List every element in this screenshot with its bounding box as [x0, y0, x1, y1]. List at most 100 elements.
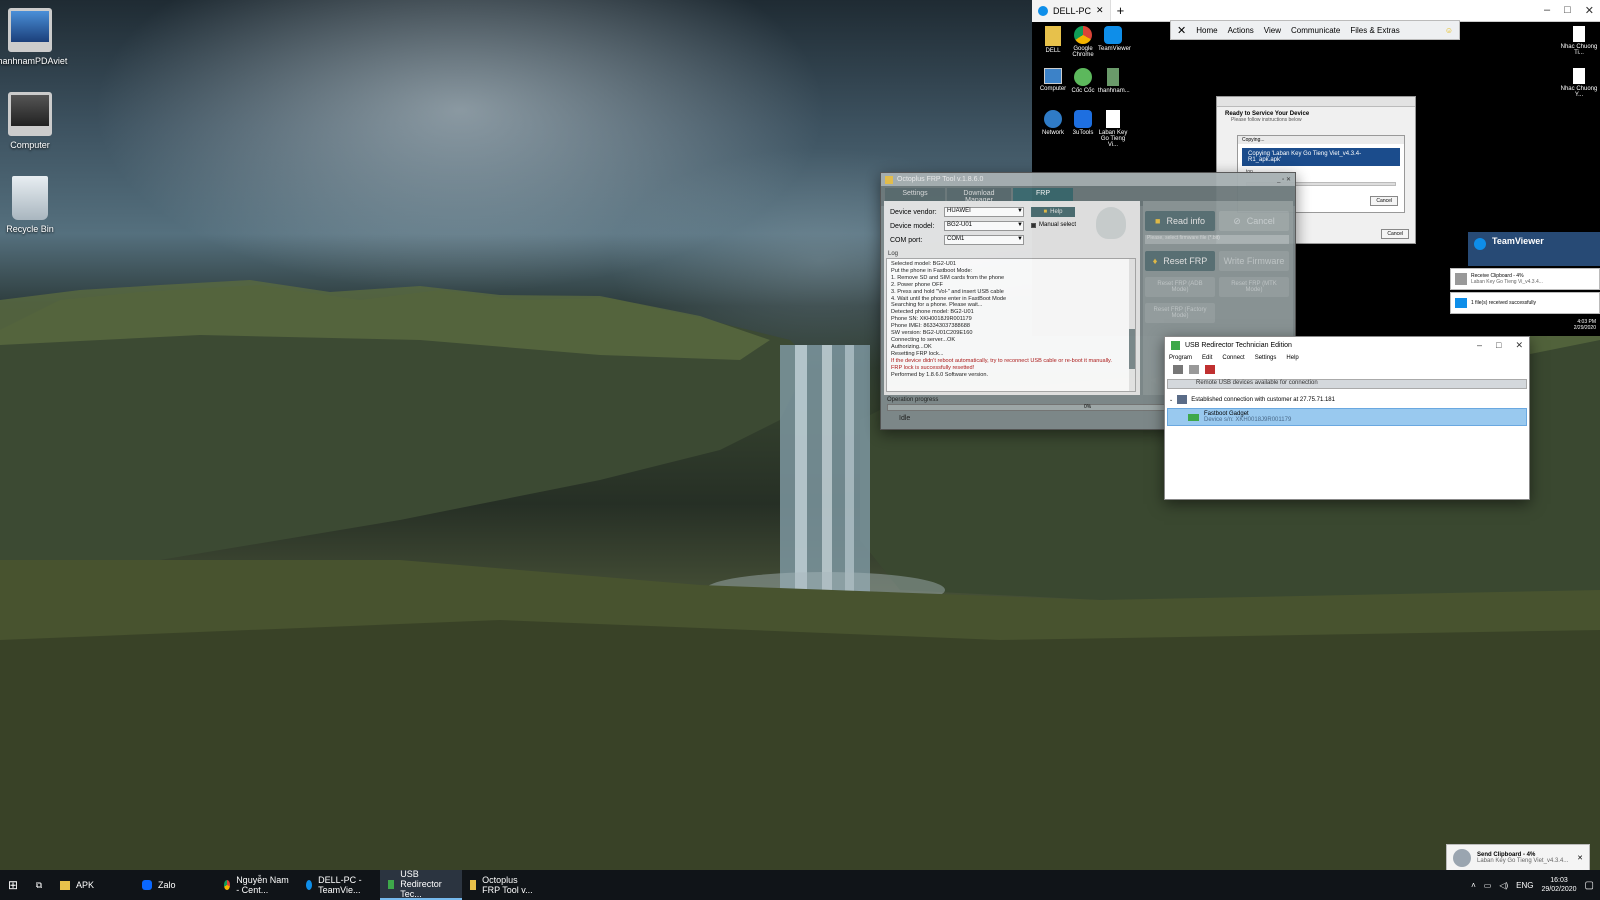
- task-view-button[interactable]: ⧉: [26, 870, 52, 900]
- remote-icon-chrome[interactable]: Google Chrome: [1068, 26, 1098, 58]
- notification-center-icon[interactable]: ▢: [1585, 880, 1594, 891]
- vendor-value: HUAWEI: [947, 208, 971, 214]
- read-info-button[interactable]: ■ Read info: [1145, 211, 1215, 231]
- dialog-cancel-button[interactable]: Cancel: [1381, 229, 1409, 239]
- connection-row[interactable]: ⌄ Established connection with customer a…: [1165, 389, 1529, 406]
- clock[interactable]: 16:03 29/02/2020: [1542, 876, 1577, 894]
- file-icon: [1573, 68, 1585, 84]
- desktop-icon-recycle-bin[interactable]: Recycle Bin: [0, 176, 65, 234]
- desktop-icon-thanhnampdaviet[interactable]: thanhnamPDAviet: [0, 8, 67, 66]
- connect-icon[interactable]: [1189, 365, 1199, 374]
- maximize-button[interactable]: □: [1564, 4, 1571, 17]
- start-button[interactable]: ⊞: [0, 870, 26, 900]
- receive-clipboard-notification[interactable]: Receive Clipboard - 4% Laban Key Go Tien…: [1450, 268, 1600, 290]
- remote-icon-nhac-chuong-1[interactable]: Nhac Chuong Ti...: [1560, 26, 1598, 56]
- toolbar-home[interactable]: Home: [1196, 26, 1217, 35]
- teamviewer-logo-icon: [1474, 238, 1486, 250]
- reset-frp-factory-button[interactable]: Reset FRP (Factory Mode): [1145, 303, 1215, 323]
- copying-cancel-button[interactable]: Cancel: [1370, 196, 1398, 206]
- cancel-button[interactable]: ⊘ Cancel: [1219, 211, 1289, 231]
- taskbar-item-apk[interactable]: APK: [52, 870, 134, 900]
- usb-toolbar: [1165, 363, 1529, 377]
- menu-connect[interactable]: Connect: [1222, 355, 1244, 361]
- usb-redirector-window: USB Redirector Technician Edition – □ ✕ …: [1164, 336, 1530, 500]
- toolbar-communicate[interactable]: Communicate: [1291, 26, 1340, 35]
- maximize-button[interactable]: □: [1496, 340, 1501, 351]
- volume-icon[interactable]: ◁): [1499, 881, 1508, 890]
- close-button[interactable]: ✕: [1515, 340, 1523, 351]
- minimize-button[interactable]: –: [1544, 4, 1550, 17]
- reset-frp-mtk-button[interactable]: Reset FRP (MTK Mode): [1219, 277, 1289, 297]
- remote-icon-labankey[interactable]: Laban Key Go Tieng Vi...: [1098, 110, 1128, 148]
- desktop-icon-label: Computer: [10, 140, 50, 150]
- octoplus-icon: [470, 880, 477, 890]
- vendor-select[interactable]: HUAWEI ▼: [944, 207, 1024, 217]
- minimize-button[interactable]: –: [1477, 340, 1482, 351]
- menu-program[interactable]: Program: [1169, 355, 1192, 361]
- device-row-fastboot-gadget[interactable]: Fastboot Gadget Device s/n: XKH0018J9R00…: [1167, 408, 1527, 426]
- toolbar-files-extras[interactable]: Files & Extras: [1350, 26, 1399, 35]
- log-label: Log: [888, 251, 899, 257]
- menu-settings[interactable]: Settings: [1255, 355, 1277, 361]
- menu-help[interactable]: Help: [1286, 355, 1298, 361]
- send-clipboard-notification[interactable]: Send Clipboard - 4% Laban Key Go Tieng V…: [1446, 844, 1590, 872]
- add-server-icon[interactable]: [1173, 365, 1183, 374]
- toolbar-actions[interactable]: Actions: [1228, 26, 1254, 35]
- remote-icon-teamviewer[interactable]: TeamViewer: [1098, 26, 1131, 52]
- close-icon[interactable]: ✕: [1577, 854, 1583, 862]
- remote-icon-3utools[interactable]: 3uTools: [1068, 110, 1098, 136]
- log-scrollbar[interactable]: [1129, 259, 1135, 391]
- toolbar-view[interactable]: View: [1264, 26, 1281, 35]
- log-scrollbar-thumb[interactable]: [1129, 329, 1135, 369]
- firmware-input[interactable]: Please, select firmware file (*.bit): [1145, 235, 1289, 244]
- vendor-label: Device vendor:: [890, 208, 937, 216]
- remote-icon-label: 3uTools: [1072, 130, 1094, 136]
- taskbar-item-teamviewer[interactable]: DELL-PC - TeamVie...: [298, 870, 380, 900]
- status-text: Idle: [899, 415, 911, 422]
- copying-text: Copying 'Laban Key Go Tieng Viet_v4.3.4-…: [1242, 148, 1400, 166]
- remote-icon-network[interactable]: Network: [1038, 110, 1068, 136]
- model-select[interactable]: BG2-U01 ▼: [944, 221, 1024, 231]
- com-select[interactable]: COM1 ▼: [944, 235, 1024, 245]
- remote-icon-thanhnam[interactable]: thanhnam...: [1098, 68, 1130, 94]
- language-indicator[interactable]: ENG: [1516, 881, 1533, 890]
- remote-devices-tab[interactable]: Remote USB devices available for connect…: [1167, 379, 1527, 389]
- close-button[interactable]: ✕: [1585, 4, 1594, 17]
- window-title: Octoplus FRP Tool v.1.8.6.0: [897, 176, 984, 183]
- taskbar-item-label: DELL-PC - TeamVie...: [318, 875, 362, 895]
- close-icon[interactable]: ✕: [1096, 5, 1104, 16]
- help-button[interactable]: ■ Help: [1031, 207, 1075, 217]
- cancel-label: Cancel: [1246, 216, 1275, 226]
- manual-select-label: Manual select: [1039, 222, 1077, 228]
- show-hidden-icons-icon[interactable]: ˄: [1471, 881, 1476, 890]
- log-box[interactable]: Selected model: BG2-U01 Put the phone in …: [886, 258, 1136, 392]
- remote-icon-coccoc[interactable]: Cốc Cốc: [1068, 68, 1098, 94]
- reset-frp-button[interactable]: ♦ Reset FRP: [1145, 251, 1215, 271]
- desktop-icon-computer[interactable]: Computer: [0, 92, 65, 150]
- write-firmware-label: Write Firmware: [1223, 256, 1285, 266]
- remote-icon-dell[interactable]: DELL: [1038, 26, 1068, 54]
- menu-edit[interactable]: Edit: [1202, 355, 1212, 361]
- tab-dell-pc[interactable]: DELL-PC ✕: [1032, 0, 1111, 22]
- remote-icon-nhac-chuong-2[interactable]: Nhac Chuong Y...: [1560, 68, 1598, 98]
- manual-select-checkbox[interactable]: Manual select: [1031, 222, 1076, 228]
- taskbar-item-zalo[interactable]: Zalo: [134, 870, 216, 900]
- reset-frp-adb-button[interactable]: Reset FRP (ADB Mode): [1145, 277, 1215, 297]
- new-tab-button[interactable]: +: [1111, 3, 1131, 18]
- close-session-icon[interactable]: ✕: [1177, 24, 1186, 37]
- smiley-icon[interactable]: ☺: [1445, 26, 1453, 35]
- server-icon: [1177, 395, 1188, 404]
- disconnect-icon[interactable]: [1205, 365, 1215, 374]
- taskbar-item-label: APK: [76, 880, 95, 890]
- taskbar-item-octoplus[interactable]: Octoplus FRP Tool v...: [462, 870, 544, 900]
- network-icon[interactable]: ▭: [1484, 881, 1492, 890]
- taskbar-item-chrome[interactable]: Nguyễn Nam - Cent...: [216, 870, 298, 900]
- usb-menubar: Program Edit Connect Settings Help: [1165, 353, 1529, 363]
- clock-time: 16:03: [1550, 877, 1568, 884]
- remote-icon-computer[interactable]: Computer: [1038, 68, 1068, 92]
- write-firmware-button[interactable]: Write Firmware: [1219, 251, 1289, 271]
- expand-icon[interactable]: ⌄: [1169, 397, 1173, 403]
- file-received-notification[interactable]: 1 file(s) received successfully: [1450, 292, 1600, 314]
- taskbar-item-usb-redirector[interactable]: USB Redirector Tec...: [380, 869, 462, 900]
- 3utools-icon: [1074, 110, 1092, 128]
